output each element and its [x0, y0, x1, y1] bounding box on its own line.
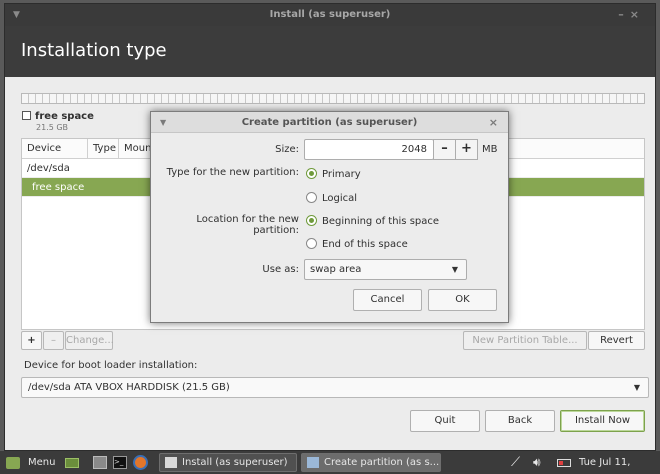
window-title: Install (as superuser): [269, 9, 391, 20]
page-header: Installation type: [5, 26, 655, 77]
close-window-button[interactable]: ×: [630, 8, 645, 21]
size-decrement-button[interactable]: –: [433, 139, 456, 160]
radio-selected-icon: [306, 215, 317, 226]
battery-icon[interactable]: [557, 459, 571, 467]
dropdown-arrow-icon: ▼: [633, 383, 640, 392]
dialog-menu-icon[interactable]: ▼: [160, 112, 166, 133]
radio-selected-icon: [306, 168, 317, 179]
volume-icon[interactable]: 🔊︎: [533, 455, 541, 470]
file-manager-icon[interactable]: [93, 456, 107, 469]
minimize-button[interactable]: –: [618, 8, 630, 21]
column-type[interactable]: Type: [88, 139, 119, 158]
radio-icon: [306, 192, 317, 203]
size-unit: MB: [482, 144, 498, 155]
size-label: Size:: [275, 144, 299, 155]
back-button[interactable]: Back: [485, 410, 555, 432]
window-menu-icon[interactable]: ▼: [13, 4, 20, 26]
location-end-radio[interactable]: End of this space: [306, 238, 408, 250]
cancel-button[interactable]: Cancel: [353, 289, 422, 311]
size-increment-button[interactable]: +: [455, 139, 478, 160]
revert-button[interactable]: Revert: [588, 331, 645, 350]
mint-logo-icon: [6, 457, 20, 469]
change-partition-button[interactable]: Change...: [65, 331, 114, 350]
type-logical-radio[interactable]: Logical: [306, 192, 357, 204]
install-now-button[interactable]: Install Now: [560, 410, 645, 432]
menu-button[interactable]: Menu: [6, 451, 55, 474]
dialog-title: Create partition (as superuser): [241, 117, 418, 128]
type-label: Type for the new partition:: [166, 167, 299, 178]
new-partition-table-button[interactable]: New Partition Table...: [463, 331, 587, 350]
boot-loader-select[interactable]: /dev/sda ATA VBOX HARDDISK (21.5 GB) ▼: [21, 377, 649, 398]
firefox-icon[interactable]: [133, 455, 148, 470]
radio-icon: [306, 238, 317, 249]
dropdown-arrow-icon: ▼: [451, 265, 458, 274]
add-partition-button[interactable]: +: [21, 331, 42, 350]
column-device[interactable]: Device: [22, 139, 88, 158]
clock[interactable]: Tue Jul 11, 04:33: [579, 451, 660, 474]
boot-loader-value: /dev/sda ATA VBOX HARDDISK (21.5 GB): [28, 382, 230, 393]
terminal-icon[interactable]: >_: [113, 456, 127, 469]
network-icon[interactable]: ⟋: [511, 455, 520, 470]
free-space-swatch: [22, 111, 31, 120]
quit-button[interactable]: Quit: [410, 410, 480, 432]
use-as-select[interactable]: swap area ▼: [304, 259, 467, 280]
taskbar-item-installer[interactable]: Install (as superuser): [159, 453, 297, 472]
location-beginning-radio[interactable]: Beginning of this space: [306, 215, 439, 227]
boot-loader-label: Device for boot loader installation:: [24, 360, 198, 371]
taskbar-item-create-partition[interactable]: Create partition (as s...: [301, 453, 441, 472]
taskbar: Menu >_ Install (as superuser) Create pa…: [0, 451, 660, 474]
type-primary-radio[interactable]: Primary: [306, 168, 361, 180]
menu-label: Menu: [28, 457, 56, 468]
dialog-close-button[interactable]: ×: [489, 112, 498, 133]
legend-size: 21.5 GB: [36, 123, 69, 132]
window-titlebar[interactable]: ▼ Install (as superuser) –×: [5, 4, 655, 26]
create-partition-dialog: ▼ Create partition (as superuser) × Size…: [150, 111, 509, 323]
window-icon: [165, 457, 177, 468]
show-desktop-icon[interactable]: [65, 458, 79, 468]
ok-button[interactable]: OK: [428, 289, 497, 311]
page-title: Installation type: [21, 40, 167, 61]
dialog-titlebar[interactable]: ▼ Create partition (as superuser) ×: [151, 112, 508, 133]
disk-legend: free space 21.5 GB: [22, 111, 94, 132]
location-label: Location for the new partition:: [196, 214, 299, 236]
use-as-value: swap area: [310, 264, 362, 275]
size-input[interactable]: 2048: [304, 139, 434, 160]
disk-usage-bar: [21, 93, 645, 104]
window-icon: [307, 457, 319, 468]
use-as-label: Use as:: [262, 264, 299, 275]
legend-name: free space: [35, 111, 94, 122]
remove-partition-button[interactable]: –: [43, 331, 64, 350]
